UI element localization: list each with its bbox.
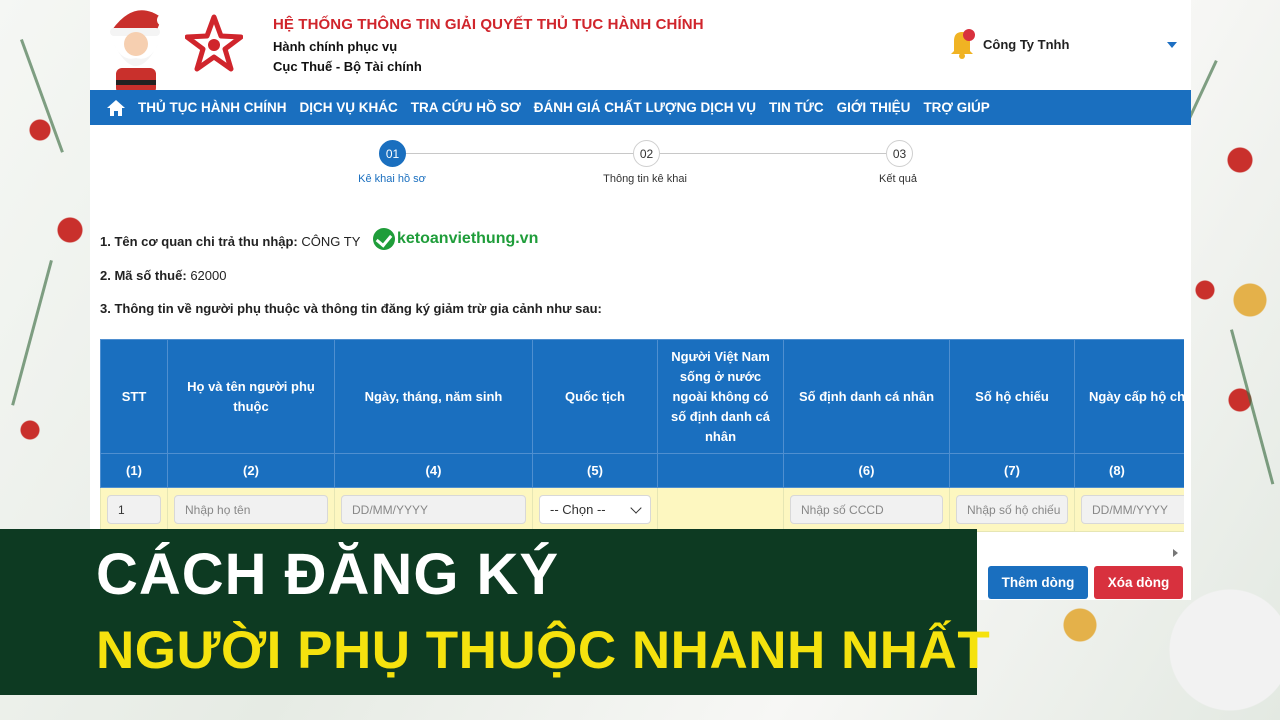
column-number: (8) (1074, 453, 1184, 488)
nav-gioi-thieu[interactable]: GIỚI THIỆU (837, 100, 911, 115)
dependents-section-title: 3. Thông tin về người phụ thuộc và thông… (100, 301, 602, 316)
table-cell: Nhập họ tên (167, 487, 335, 532)
add-row-button[interactable]: Thêm dòng (988, 566, 1088, 599)
watermark-logo: ketoanviethung.vn (373, 228, 538, 250)
main-navigation: THỦ TỤC HÀNH CHÍNH DỊCH VỤ KHÁC TRA CỨU … (90, 90, 1191, 125)
column-header: Ngày cấp hộ chiếu (1074, 339, 1184, 454)
notification-bell-icon[interactable] (948, 27, 976, 59)
tax-code-value: 62000 (190, 268, 227, 283)
table-row: 1 Nhập họ tên DD/MM/YYYY -- Chọn -- Nhập… (100, 487, 1184, 532)
column-number (657, 453, 784, 488)
watermark-text: ketoanviethung.vn (397, 230, 539, 247)
table-cell: -- Chọn -- (532, 487, 658, 532)
table-header-row: STT Họ và tên người phụ thuộc Ngày, thán… (100, 339, 1184, 454)
stt-field[interactable]: 1 (107, 495, 161, 524)
home-icon[interactable] (106, 98, 126, 118)
personal-id-input[interactable]: Nhập số CCCD (790, 495, 943, 524)
column-number: (6) (783, 453, 950, 488)
dependents-table: STT Họ và tên người phụ thuộc Ngày, thán… (100, 339, 1184, 532)
nav-danh-gia-chat-luong[interactable]: ĐÁNH GIÁ CHẤT LƯỢNG DỊCH VỤ (534, 100, 756, 115)
column-header: Số hộ chiếu (949, 339, 1075, 454)
payer-name-value: CÔNG TY (301, 234, 361, 249)
user-account-name[interactable]: Công Ty Tnhh (983, 37, 1069, 52)
column-header: STT (100, 339, 168, 454)
org-department: Cục Thuế - Bộ Tài chính (273, 59, 422, 74)
checkmark-logo-icon (373, 228, 395, 250)
step-2-circle: 02 (633, 140, 660, 167)
pine-branch-decoration (20, 38, 64, 153)
table-cell: Nhập số hộ chiếu (949, 487, 1075, 532)
dependents-section-label: 3. Thông tin về người phụ thuộc và thông… (100, 301, 602, 316)
tax-code-line: 2. Mã số thuế: 62000 (100, 268, 226, 283)
step-connector (660, 153, 886, 154)
pine-branch-decoration (11, 260, 53, 406)
table-cell: Nhập số CCCD (783, 487, 950, 532)
passport-issue-date-input[interactable]: DD/MM/YYYY (1081, 495, 1184, 524)
org-title: HỆ THỐNG THÔNG TIN GIẢI QUYẾT THỦ TỤC HÀ… (273, 16, 704, 33)
ministry-emblem-icon (185, 14, 243, 72)
column-number: (2) (167, 453, 335, 488)
nav-tin-tuc[interactable]: TIN TỨC (769, 100, 824, 115)
delete-row-button[interactable]: Xóa dòng (1094, 566, 1183, 599)
portal-window: HỆ THỐNG THÔNG TIN GIẢI QUYẾT THỦ TỤC HÀ… (90, 0, 1191, 600)
column-number: (4) (334, 453, 533, 488)
passport-number-input[interactable]: Nhập số hộ chiếu (956, 495, 1068, 524)
column-number: (1) (100, 453, 168, 488)
payer-name-label: 1. Tên cơ quan chi trả thu nhập: (100, 234, 298, 249)
nav-tro-giup[interactable]: TRỢ GIÚP (923, 100, 989, 115)
santa-icon (110, 10, 169, 94)
org-subtitle: Hành chính phục vụ (273, 39, 398, 54)
birth-date-input[interactable]: DD/MM/YYYY (341, 495, 526, 524)
column-header: Họ và tên người phụ thuộc (167, 339, 335, 454)
dependent-name-input[interactable]: Nhập họ tên (174, 495, 328, 524)
column-number: (7) (949, 453, 1075, 488)
step-3-circle: 03 (886, 140, 913, 167)
nationality-selected-value: -- Chọn -- (550, 502, 606, 517)
column-header: Người Việt Nam sống ở nước ngoài không c… (657, 339, 784, 454)
step-3-label: Kết quả (879, 173, 917, 185)
pine-branch-decoration (1230, 329, 1275, 485)
step-connector (406, 153, 633, 154)
table-cell: DD/MM/YYYY (334, 487, 533, 532)
nav-tra-cuu-ho-so[interactable]: TRA CỨU HỒ SƠ (411, 100, 521, 115)
table-cell: DD/MM/YYYY (1074, 487, 1184, 532)
payer-name-line: 1. Tên cơ quan chi trả thu nhập: CÔNG TY (100, 234, 360, 249)
chevron-down-icon (630, 501, 642, 514)
scroll-right-arrow-icon[interactable] (1173, 549, 1178, 557)
dependents-table-container[interactable]: STT Họ và tên người phụ thuộc Ngày, thán… (100, 339, 1184, 534)
chevron-down-icon[interactable] (1167, 42, 1177, 48)
table-cell: 1 (100, 487, 168, 532)
table-column-number-row: (1) (2) (4) (5) (6) (7) (8) (100, 453, 1184, 488)
column-header: Quốc tịch (532, 339, 658, 454)
step-1-circle: 01 (379, 140, 406, 167)
step-2-label: Thông tin kê khai (603, 173, 687, 185)
nationality-select[interactable]: -- Chọn -- (539, 495, 651, 524)
top-header: HỆ THỐNG THÔNG TIN GIẢI QUYẾT THỦ TỤC HÀ… (90, 0, 1191, 94)
banner-subheadline: NGƯỜI PHỤ THUỘC NHANH NHẤT (96, 621, 991, 680)
nav-dich-vu-khac[interactable]: DỊCH VỤ KHÁC (300, 100, 398, 115)
column-header: Ngày, tháng, năm sinh (334, 339, 533, 454)
column-number: (5) (532, 453, 658, 488)
tax-code-label: 2. Mã số thuế: (100, 268, 187, 283)
step-1-label: Kê khai hồ sơ (358, 173, 426, 185)
column-header: Số định danh cá nhân (783, 339, 950, 454)
progress-stepper: 01 02 03 Kê khai hồ sơ Thông tin kê khai… (90, 125, 1191, 205)
banner-headline: CÁCH ĐĂNG KÝ (96, 542, 560, 607)
table-cell (657, 487, 784, 532)
nav-thu-tuc-hanh-chinh[interactable]: THỦ TỤC HÀNH CHÍNH (138, 100, 287, 115)
